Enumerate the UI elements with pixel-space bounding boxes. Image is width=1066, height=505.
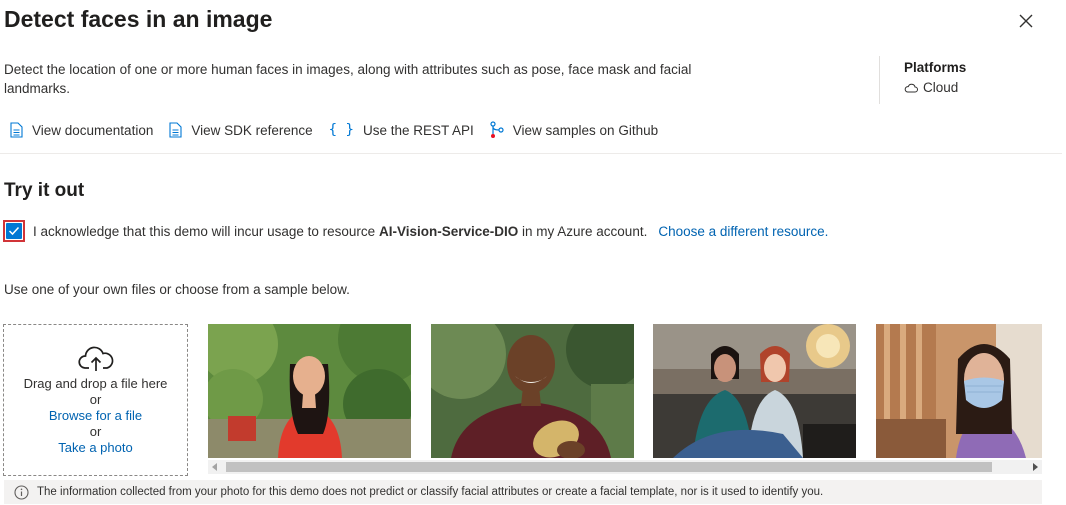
view-documentation-link[interactable]: View documentation [10,122,153,138]
gallery-scrollbar[interactable] [208,460,1042,474]
or-text: or [89,424,102,439]
view-documentation-label: View documentation [32,122,154,138]
scrollbar-thumb[interactable] [226,462,992,472]
platforms-panel: Platforms Cloud [879,56,966,104]
divider [0,153,1062,154]
braces-icon: { } [328,122,354,138]
sample-image-3[interactable] [653,324,856,458]
sample-image-2[interactable] [431,324,634,458]
take-photo-link[interactable]: Take a photo [4,440,187,456]
drag-drop-text: Drag and drop a file here [23,376,168,391]
use-rest-api-link[interactable]: { } Use the REST API [329,122,474,138]
checkmark-icon [8,226,20,236]
cloud-icon [904,83,918,92]
platforms-title: Platforms [904,60,967,75]
info-text: The information collected from your phot… [37,486,824,498]
section-title: Try it out [4,180,85,201]
view-sdk-reference-label: View SDK reference [191,122,313,138]
platform-label: Cloud [923,80,959,95]
page-title: Detect faces in an image [4,6,273,32]
view-samples-github-link[interactable]: View samples on Github [490,121,658,139]
acknowledge-row: I acknowledge that this demo will incur … [3,220,828,242]
resource-name: AI-Vision-Service-DIO [378,223,519,239]
document-icon [169,122,182,138]
acknowledge-checkbox[interactable] [3,220,25,242]
choose-resource-link[interactable]: Choose a different resource. [658,224,828,239]
info-icon [14,484,29,500]
sample-image-4[interactable] [876,324,1042,458]
sample-image-1[interactable] [208,324,411,458]
description: Detect the location of one or more human… [4,62,692,96]
use-rest-api-label: Use the REST API [362,122,474,138]
document-icon [10,122,23,138]
acknowledge-prefix: I acknowledge that this demo will incur … [33,223,376,239]
privacy-info-bar: The information collected from your phot… [4,480,1042,504]
platform-item: Cloud [904,80,966,95]
sample-instruction: Use one of your own files or choose from… [4,282,350,297]
browse-file-link[interactable]: Browse for a file [4,408,187,424]
acknowledge-suffix: in my Azure account. [522,223,648,239]
file-dropzone[interactable]: Drag and drop a file here or Browse for … [3,324,188,476]
scroll-right-icon[interactable] [1031,463,1039,471]
checkbox-fill [6,223,22,239]
scroll-left-icon[interactable] [211,463,219,471]
cloud-upload-icon [77,346,113,371]
or-text: or [89,392,102,407]
close-icon[interactable] [1017,12,1035,30]
branch-icon [490,121,504,138]
resource-links: View documentation View SDK reference { … [10,121,674,139]
view-sdk-reference-link[interactable]: View SDK reference [169,122,313,138]
acknowledge-text: I acknowledge that this demo will incur … [33,224,647,239]
sample-gallery [208,324,1042,458]
view-samples-github-label: View samples on Github [512,122,659,138]
